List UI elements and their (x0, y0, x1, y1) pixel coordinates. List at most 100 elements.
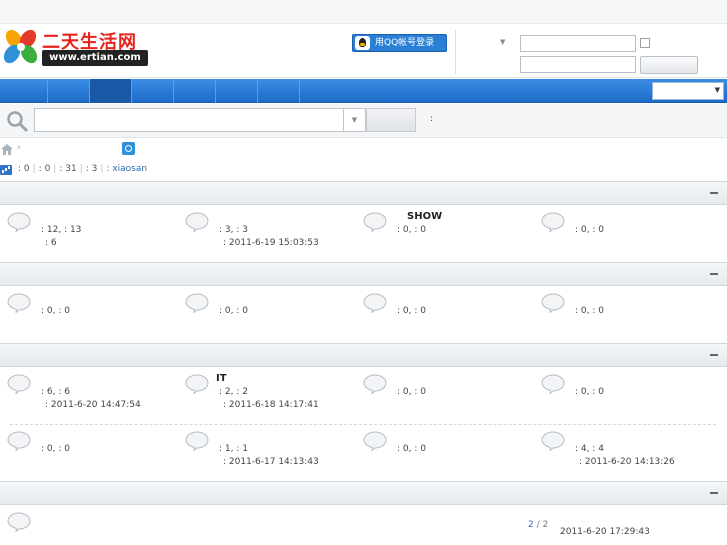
flower-logo-icon (3, 29, 38, 64)
forum-item[interactable]: : 12, : 13 : 6 (0, 206, 178, 262)
speech-bubble-icon (185, 374, 209, 394)
qq-login-button[interactable]: 用QQ帐号登录 (352, 34, 447, 52)
pagination[interactable]: 2 / 2 (528, 520, 548, 530)
qq-penguin-icon (355, 36, 370, 50)
forum-last-post: : 2011-6-17 14:13:43 (223, 457, 319, 467)
forum-title[interactable]: IT (216, 373, 227, 384)
forum-item[interactable]: : 0, : 0 (534, 287, 712, 343)
nav-item[interactable] (216, 79, 258, 103)
collapse-icon[interactable] (710, 492, 718, 494)
category-header[interactable] (0, 343, 727, 367)
search-button[interactable] (366, 108, 416, 132)
forum-counts: : 0, : 0 (41, 306, 70, 316)
forum-item[interactable]: : 6, : 6 : 2011-6-20 14:47:54 (0, 368, 178, 424)
forum-counts: : 3, : 3 (219, 225, 248, 235)
chevron-down-icon: ▼ (714, 86, 720, 94)
speech-bubble-icon (7, 212, 31, 232)
speech-bubble-icon (541, 293, 565, 313)
speech-bubble-icon (363, 212, 387, 232)
forum-item[interactable] (0, 506, 178, 545)
stat-yesterday: : 0 (38, 164, 51, 174)
collapse-icon[interactable] (710, 273, 718, 275)
forum-item[interactable]: IT : 2, : 2 : 2011-6-18 14:17:41 (178, 368, 356, 424)
forum-item[interactable]: : 1, : 1 : 2011-6-17 14:13:43 (178, 425, 356, 481)
speech-bubble-icon (363, 431, 387, 451)
home-icon[interactable] (1, 144, 13, 155)
forum-item[interactable]: : 0, : 0 (0, 425, 178, 481)
forum-last-post: : 2011-6-19 15:03:53 (223, 238, 319, 248)
collapse-icon[interactable] (710, 192, 718, 194)
login-button[interactable] (640, 56, 698, 74)
forum-item[interactable]: : 0, : 0 (356, 368, 534, 424)
forum-counts: : 12, : 13 (41, 225, 82, 235)
forum-counts: : 0, : 0 (575, 225, 604, 235)
forum-title[interactable]: SHOW (407, 211, 442, 222)
forum-item[interactable]: : 0, : 0 (0, 287, 178, 343)
forum-counts: : 0, : 0 (397, 444, 426, 454)
speech-bubble-icon (185, 293, 209, 313)
login-type-dropdown-icon[interactable]: ▼ (500, 38, 505, 46)
forum-counts: : 0, : 0 (575, 387, 604, 397)
speech-bubble-icon (7, 512, 31, 532)
forum-item[interactable]: : 0, : 0 (356, 425, 534, 481)
newest-member-link[interactable]: : xiaosan (106, 164, 147, 174)
forum-counts: : 0, : 0 (397, 225, 426, 235)
nav-item[interactable] (6, 79, 48, 103)
forum-counts: : 0, : 0 (219, 306, 248, 316)
hot-search-label: : (430, 114, 434, 124)
remember-me-checkbox[interactable] (640, 38, 650, 48)
rss-icon[interactable] (122, 142, 135, 155)
speech-bubble-icon (363, 374, 387, 394)
nav-item[interactable] (258, 79, 300, 103)
forum-counts: : 6, : 6 (41, 387, 70, 397)
search-input[interactable] (34, 108, 344, 132)
site-header: 二天生活网 www.ertian.com 用QQ帐号登录 ▼ (0, 24, 727, 78)
stat-posts: : 31 (59, 164, 77, 174)
page-current[interactable]: 2 (528, 520, 534, 530)
nav-item[interactable] (48, 79, 90, 103)
category-header[interactable] (0, 262, 727, 286)
stat-members: : 3 (85, 164, 98, 174)
speech-bubble-icon (541, 431, 565, 451)
top-strip (0, 0, 727, 24)
search-type-dropdown[interactable]: ▼ (344, 108, 366, 132)
header-divider (455, 30, 456, 74)
forum-counts: : 0, : 0 (41, 444, 70, 454)
forum-last-post: 2011-6-20 17:29:43 (560, 527, 650, 537)
speech-bubble-icon (185, 212, 209, 232)
forum-item[interactable]: : 0, : 0 (534, 368, 712, 424)
nav-item-active[interactable] (90, 79, 132, 103)
collapse-icon[interactable] (710, 354, 718, 356)
forum-last-post: : 2011-6-20 14:47:54 (45, 400, 141, 410)
forum-last-post: : 6 (45, 238, 57, 248)
password-input[interactable] (520, 56, 636, 73)
speech-bubble-icon (541, 374, 565, 394)
speech-bubble-icon (185, 431, 209, 451)
forum-counts: : 0, : 0 (575, 306, 604, 316)
category-header[interactable] (0, 181, 727, 205)
stat-today: : 0 (18, 164, 30, 174)
speech-bubble-icon (541, 212, 565, 232)
forum-item[interactable]: SHOW : 0, : 0 (356, 206, 534, 262)
speech-bubble-icon (7, 293, 31, 313)
forum-last-post: : 2011-6-20 14:13:26 (579, 457, 675, 467)
forum-item[interactable]: : 3, : 3 : 2011-6-19 15:03:53 (178, 206, 356, 262)
nav-quick-select[interactable]: ▼ (652, 82, 724, 100)
search-bar: ▼ : (0, 104, 727, 138)
speech-bubble-icon (7, 431, 31, 451)
forum-last-post: : 2011-6-18 14:17:41 (223, 400, 319, 410)
nav-item[interactable] (174, 79, 216, 103)
nav-item[interactable] (132, 79, 174, 103)
qq-login-label: 用QQ帐号登录 (375, 38, 435, 48)
forum-item[interactable]: : 0, : 0 (356, 287, 534, 343)
main-nav: ▼ (0, 79, 727, 103)
speech-bubble-icon (7, 374, 31, 394)
forum-counts: : 0, : 0 (397, 306, 426, 316)
username-input[interactable] (520, 35, 636, 52)
site-logo[interactable]: 二天生活网 www.ertian.com (2, 26, 148, 68)
forum-item[interactable]: : 0, : 0 (534, 206, 712, 262)
forum-item[interactable]: : 0, : 0 (178, 287, 356, 343)
forum-counts: : 4, : 4 (575, 444, 604, 454)
forum-item[interactable]: : 4, : 4 : 2011-6-20 14:13:26 (534, 425, 712, 481)
category-header[interactable] (0, 481, 727, 505)
